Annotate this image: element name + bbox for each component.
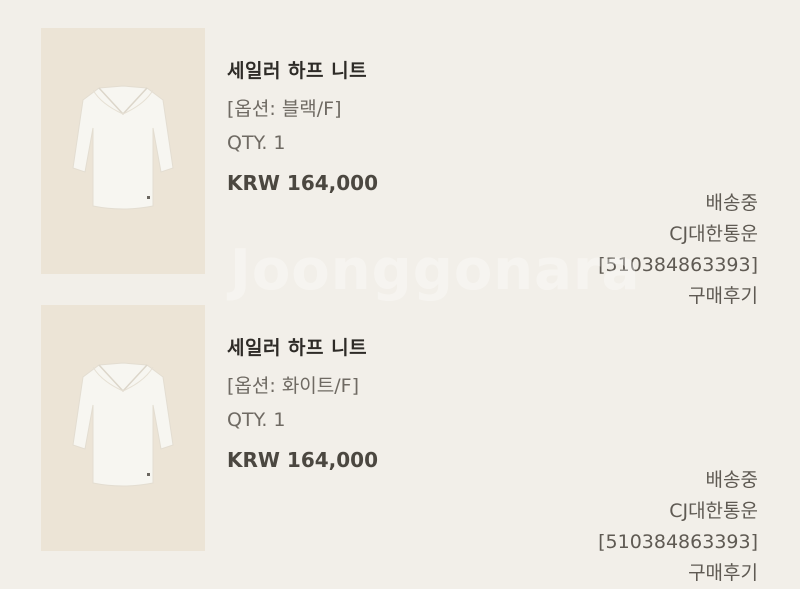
tracking-number-link[interactable]: [510384863393] [598,527,758,558]
product-price: KRW 164,000 [227,448,379,472]
carrier-name: CJ대한통운 [669,500,758,522]
review-link[interactable]: 구매후기 [598,558,758,589]
carrier-name: CJ대한통운 [669,223,758,245]
delivery-info: 배송중 CJ대한통운 [510384863393] 구매후기 [598,465,758,589]
product-quantity: QTY. 1 [227,132,286,154]
order-item: 세일러 하프 니트 [옵션: 화이트/F] QTY. 1 KRW 164,000… [0,305,800,584]
tracking-number-link[interactable]: [510384863393] [598,250,758,281]
product-option: [옵션: 화이트/F] [227,375,359,397]
knit-top-image [72,362,174,487]
product-quantity: QTY. 1 [227,409,286,431]
product-name[interactable]: 세일러 하프 니트 [227,56,367,83]
order-item: 세일러 하프 니트 [옵션: 블랙/F] QTY. 1 KRW 164,000 … [0,28,800,307]
product-name[interactable]: 세일러 하프 니트 [227,333,367,360]
product-thumbnail[interactable] [41,305,205,551]
product-thumbnail[interactable] [41,28,205,274]
product-price: KRW 164,000 [227,171,379,195]
delivery-info: 배송중 CJ대한통운 [510384863393] 구매후기 [598,188,758,312]
product-option: [옵션: 블랙/F] [227,98,342,120]
knit-top-image [72,85,174,210]
delivery-status: 배송중 [705,192,758,214]
delivery-status: 배송중 [705,469,758,491]
